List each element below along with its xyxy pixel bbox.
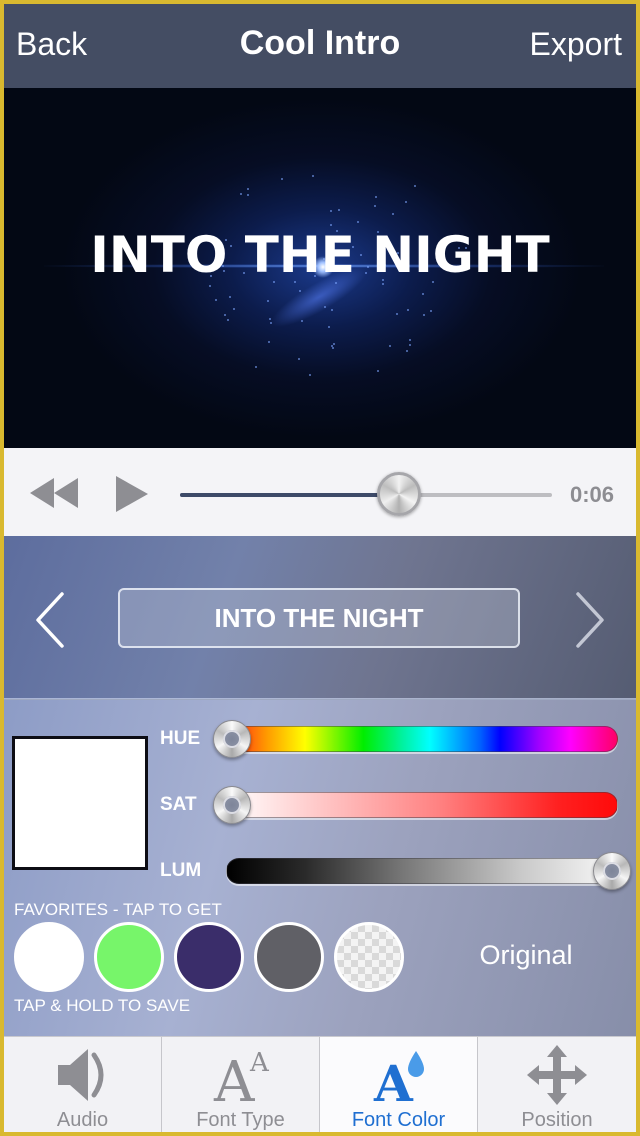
star-particle — [406, 308, 409, 311]
star-particle — [423, 313, 426, 316]
rewind-icon[interactable] — [30, 478, 80, 508]
color-editor: HUE SAT LUM FAVORITES - TAP TO GET TAP &… — [4, 700, 636, 1036]
favorite-color-white[interactable] — [14, 922, 84, 992]
svg-text:A: A — [373, 1054, 414, 1105]
star-particle — [268, 340, 271, 343]
star-particle — [376, 370, 379, 373]
tab-label: Font Color — [351, 1109, 446, 1131]
star-particle — [406, 349, 408, 352]
tab-audio[interactable]: Audio — [4, 1037, 162, 1132]
star-particle — [309, 374, 312, 377]
playback-progress-fill — [180, 493, 400, 497]
tab-label: Position — [521, 1109, 593, 1131]
star-particle — [227, 318, 230, 321]
star-particle — [409, 343, 412, 346]
tab-bar: Audio A A Font Type A Font Color Positio… — [4, 1036, 636, 1132]
selected-color-preview — [12, 736, 148, 870]
hue-label: HUE — [160, 728, 201, 749]
app-frame: Back Cool Intro Export INTO THE NIGHT 0:… — [4, 4, 636, 1132]
hue-slider-handle[interactable] — [213, 720, 251, 758]
star-particle — [209, 284, 212, 287]
star-particle — [224, 313, 227, 316]
star-particle — [429, 310, 432, 313]
video-preview[interactable]: INTO THE NIGHT — [4, 88, 636, 448]
playback-controls: 0:06 — [4, 448, 636, 536]
elapsed-time: 0:06 — [569, 482, 614, 507]
luminance-label: LUM — [160, 860, 202, 881]
star-particle — [375, 195, 378, 198]
play-icon[interactable] — [114, 476, 148, 512]
star-particle — [405, 201, 408, 204]
svg-text:A: A — [213, 1050, 255, 1105]
star-particle — [392, 213, 395, 216]
save-hint: TAP & HOLD TO SAVE — [14, 996, 191, 1015]
star-particle — [395, 313, 398, 316]
star-particle — [247, 187, 250, 190]
tab-font-color[interactable]: A Font Color — [320, 1037, 478, 1132]
favorites-label: FAVORITES - TAP TO GET — [14, 900, 222, 919]
star-particle — [414, 184, 417, 187]
preview-headline: INTO THE NIGHT — [90, 226, 550, 284]
tab-position[interactable]: Position — [478, 1037, 636, 1132]
saturation-label: SAT — [160, 794, 197, 815]
svg-text:A: A — [249, 1048, 270, 1078]
favorite-color-gray[interactable] — [254, 922, 324, 992]
star-particle — [255, 365, 258, 368]
star-particle — [247, 193, 250, 196]
star-particle — [298, 358, 301, 361]
star-particle — [267, 300, 270, 303]
star-particle — [281, 178, 284, 181]
hue-slider[interactable] — [226, 726, 618, 752]
star-particle — [328, 325, 331, 328]
saturation-slider-handle[interactable] — [213, 786, 251, 824]
star-particle — [268, 317, 271, 320]
playback-scrubber-handle[interactable] — [377, 472, 422, 516]
saturation-slider[interactable] — [226, 792, 618, 818]
chevron-left-icon[interactable] — [32, 590, 68, 650]
favorite-color-indigo[interactable] — [174, 922, 244, 992]
move-arrows-icon — [527, 1045, 587, 1105]
navigation-bar: Back Cool Intro Export — [4, 4, 636, 88]
luminance-slider[interactable] — [226, 858, 618, 884]
favorite-color-transparent[interactable] — [334, 922, 404, 992]
font-size-icon: A A — [213, 1048, 270, 1105]
star-particle — [330, 209, 333, 212]
luminance-slider-handle[interactable] — [593, 852, 631, 890]
export-button[interactable]: Export — [530, 26, 622, 63]
tab-label: Audio — [56, 1109, 109, 1131]
star-particle — [374, 204, 377, 207]
favorite-color-green[interactable] — [94, 922, 164, 992]
tab-font-type[interactable]: A A Font Type — [162, 1037, 320, 1132]
star-particle — [356, 220, 359, 223]
star-particle — [331, 344, 334, 347]
intro-text-field[interactable]: INTO THE NIGHT — [118, 588, 520, 648]
star-particle — [421, 293, 424, 296]
star-particle — [389, 345, 392, 348]
star-particle — [312, 175, 315, 178]
star-particle — [332, 342, 335, 345]
playback-scrubber[interactable] — [180, 493, 552, 497]
chevron-right-icon[interactable] — [572, 590, 608, 650]
star-particle — [232, 307, 235, 310]
star-particle — [228, 296, 231, 299]
star-particle — [337, 209, 340, 212]
star-particle — [269, 321, 272, 324]
star-particle — [331, 308, 334, 311]
star-particle — [214, 299, 217, 302]
star-particle — [331, 347, 334, 350]
original-color-button[interactable]: Original — [456, 940, 596, 971]
tab-label: Font Type — [196, 1109, 285, 1131]
star-particle — [409, 339, 412, 342]
star-particle — [239, 192, 242, 195]
speaker-icon — [58, 1049, 104, 1101]
text-selector: INTO THE NIGHT — [4, 536, 636, 699]
font-color-icon: A — [373, 1051, 424, 1105]
